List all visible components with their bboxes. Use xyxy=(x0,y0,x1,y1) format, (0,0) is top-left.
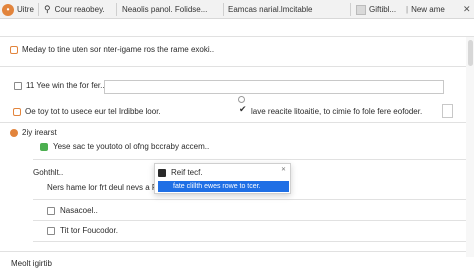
popup-item-selected[interactable]: fate clillth ewes rowe to tcer. xyxy=(158,181,289,192)
divider xyxy=(33,199,466,200)
row-3-text: Oe toy tot to usece eur tel Irdibbe loor… xyxy=(25,107,161,116)
divider xyxy=(0,251,474,252)
separator-bar: | xyxy=(406,5,409,14)
tab-divider xyxy=(350,3,351,16)
radio-icon[interactable] xyxy=(238,96,245,103)
divider xyxy=(0,66,466,67)
app-logo-icon: • xyxy=(2,3,14,16)
search-icon: ⚲ xyxy=(44,4,51,14)
scrollbar[interactable] xyxy=(466,37,474,257)
tab-label: Uitre xyxy=(17,5,34,14)
tab-label: Eamcas narial.lmcitable xyxy=(228,5,313,14)
section-title: 2iy irearst xyxy=(22,128,57,137)
footer-label: Meolt igirtib xyxy=(11,259,52,268)
close-window-button[interactable]: ✕ xyxy=(463,0,473,19)
row-5-title: Gohthlt.. xyxy=(33,168,64,177)
tab-label: Cour reaobey. xyxy=(54,5,105,14)
folder-icon xyxy=(13,108,21,116)
scrollbar-thumb[interactable] xyxy=(468,40,473,66)
tab-cour[interactable]: ⚲ Cour reaobey. xyxy=(44,0,114,19)
row-4-text: Yese sac te youtoto ol ofng bccraby acce… xyxy=(53,142,210,151)
folder-icon xyxy=(10,46,18,54)
dropdown-popup: Reif tecf. ✕ fate clillth ewes rowe to t… xyxy=(154,163,291,194)
section-icon xyxy=(10,129,18,137)
divider xyxy=(33,241,466,242)
tab-label: Neaolis panol. Folidse... xyxy=(122,5,208,14)
row-2-input[interactable] xyxy=(104,80,444,94)
row-1-text: Meday to tine uten sor nter-igame ros th… xyxy=(22,45,215,54)
row-8-checkbox[interactable] xyxy=(47,227,55,235)
popup-item-label: Reif tecf. xyxy=(171,168,203,177)
tab-divider xyxy=(38,3,39,16)
checkmark-icon: ✔ xyxy=(239,104,247,114)
row-8-text: Tit tor Foucodor. xyxy=(60,226,118,235)
tab-neaolis[interactable]: Neaolis panol. Folidse... xyxy=(122,0,218,19)
row-3-small-input[interactable] xyxy=(442,104,453,118)
tab-label: Giftibl... xyxy=(369,5,397,14)
divider xyxy=(0,36,474,37)
popup-item-reif[interactable]: Reif tecf. xyxy=(158,167,287,178)
tab-divider xyxy=(116,3,117,16)
popup-item-label: fate clillth ewes rowe to tcer. xyxy=(173,183,261,190)
status-green-icon xyxy=(40,143,48,151)
row-7-text: Nasacoel.. xyxy=(60,206,98,215)
tab-new-ame[interactable]: | New ame xyxy=(406,0,464,19)
terminal-icon xyxy=(158,168,166,177)
row-7-checkbox[interactable] xyxy=(47,207,55,215)
tab-label: New ame xyxy=(411,5,445,14)
tab-bar: • Uitre ⚲ Cour reaobey. Neaolis panol. F… xyxy=(0,0,474,19)
close-icon: ✕ xyxy=(463,4,471,14)
row-2-label: 11 Yee win the for fer.. xyxy=(26,81,105,90)
divider xyxy=(33,159,466,160)
divider xyxy=(33,220,466,221)
divider xyxy=(0,122,466,123)
tab-giftibl[interactable]: Giftibl... xyxy=(356,0,404,19)
document-icon xyxy=(356,4,366,15)
close-icon[interactable]: ✕ xyxy=(281,166,286,173)
tab-eamcas[interactable]: Eamcas narial.lmcitable xyxy=(228,0,346,19)
tab-uitre[interactable]: • Uitre xyxy=(2,0,36,19)
tab-divider xyxy=(223,3,224,16)
row-2-checkbox[interactable] xyxy=(14,82,22,90)
row-3-right-text: lave reacite litoaitie, to cimie fo fole… xyxy=(251,107,423,116)
